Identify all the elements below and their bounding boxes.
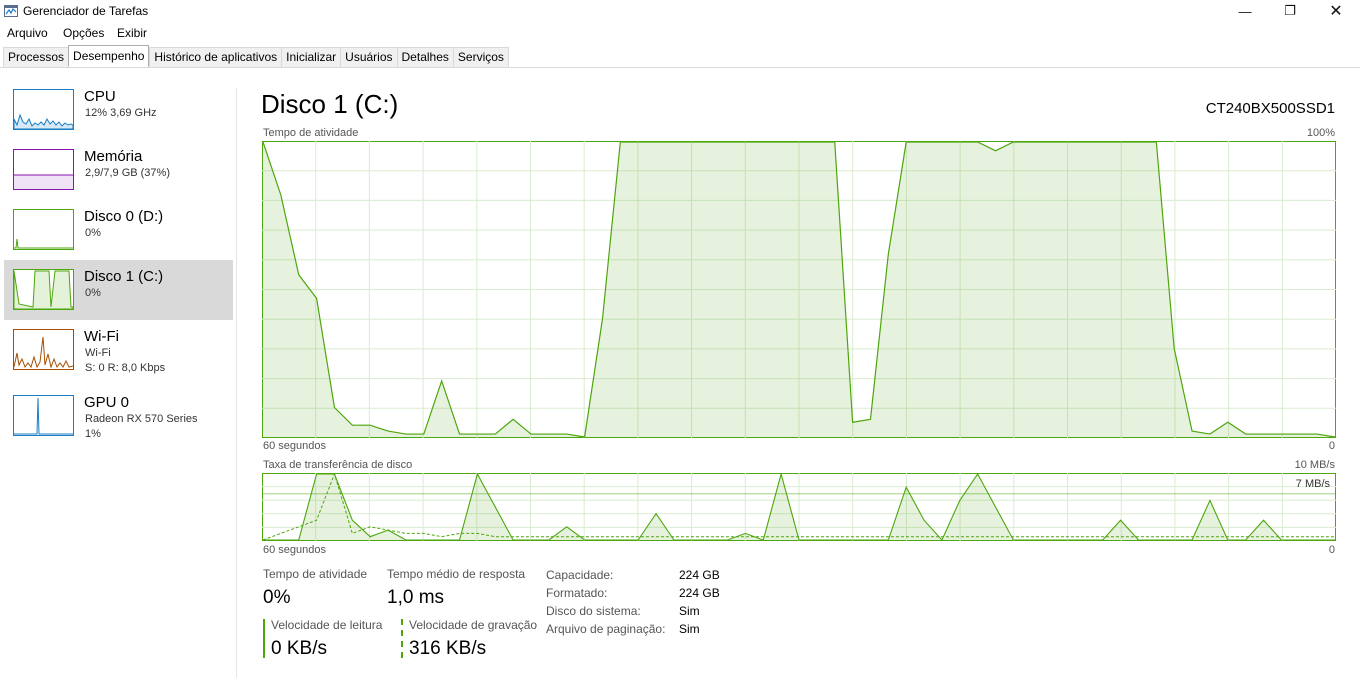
title-bar: Gerenciador de Tarefas — ❐ ✕ [0,0,1360,24]
active-time-graph [262,141,1336,438]
active-time-label: Tempo de atividade [263,567,368,581]
menu-exibir[interactable]: Exibir [117,26,147,40]
sidebar-divider [236,88,237,678]
sidebar-item-cpu[interactable]: CPU 12% 3,69 GHz [4,80,233,140]
maximize-icon: ❐ [1284,3,1296,18]
paging-file-value: Sim [679,622,700,636]
tab-desempenho[interactable]: Desempenho [68,45,150,67]
graph2-time-axis-label: 60 segundos [263,544,326,556]
tab-detalhes[interactable]: Detalhes [396,47,453,68]
tab-usuarios[interactable]: Usuários [340,47,397,68]
capacity-value: 224 GB [679,568,720,582]
task-manager-icon [4,5,18,17]
sidebar-item-disco-0[interactable]: Disco 0 (D:) 0% [4,200,233,260]
response-time-label: Tempo médio de resposta [387,567,526,581]
paging-file-label: Arquivo de paginação: [546,622,666,636]
disk1-thumbnail-graph [13,269,74,310]
menu-arquivo[interactable]: Arquivo [7,26,48,40]
write-speed-value: 316 KB/s [409,638,487,659]
tab-servicos[interactable]: Serviços [452,47,509,68]
tab-divider [0,67,1360,68]
write-speed-label: Velocidade de gravação [409,618,538,632]
minimize-icon: — [1238,3,1252,19]
sidebar-item-label: Disco 1 (C:) [84,268,164,285]
graph2-max: 10 MB/s [1294,459,1335,471]
sidebar-item-detail: 0% [85,227,101,239]
tab-bar: Processos Desempenho Histórico de aplica… [3,45,509,68]
formatted-label: Formatado: [546,586,608,600]
sidebar-item-gpu-0[interactable]: GPU 0 Radeon RX 570 Series 1% [4,386,233,446]
device-model: CT240BX500SSD1 [1205,100,1335,117]
response-time-value: 1,0 ms [387,587,445,608]
sidebar-item-label: Wi-Fi [84,328,119,345]
graph1-time-axis-label: 60 segundos [263,440,326,452]
graph1-label: Tempo de atividade [263,127,359,139]
sidebar-item-detail: 2,9/7,9 GB (37%) [85,167,170,179]
graph1-max: 100% [1306,127,1335,139]
window-title: Gerenciador de Tarefas [23,4,149,18]
menu-opcoes[interactable]: Opções [63,26,104,40]
page-title: Disco 1 (C:) [261,89,399,119]
sidebar-item-disco-1[interactable]: Disco 1 (C:) 0% [4,260,233,320]
sidebar-item-label: GPU 0 [84,394,130,411]
minimize-button[interactable]: — [1222,0,1268,22]
sidebar-item-detail-2: 1% [85,428,101,440]
sidebar-item-label: Memória [84,148,143,165]
tab-processos[interactable]: Processos [3,47,69,68]
sidebar-item-detail: Wi-Fi [85,347,111,359]
transfer-rate-graph [262,473,1336,541]
menu-bar: Arquivo Opções Exibir [0,24,1360,44]
read-speed-value: 0 KB/s [271,638,327,659]
graph2-label: Taxa de transferência de disco [263,459,413,471]
gpu-thumbnail-graph [13,395,74,436]
sidebar-item-label: Disco 0 (D:) [84,208,164,225]
active-time-value: 0% [263,587,291,608]
sidebar-item-label: CPU [84,88,116,105]
sidebar-item-detail: Radeon RX 570 Series [85,413,198,425]
read-speed-label: Velocidade de leitura [271,618,383,632]
cpu-thumbnail-graph [13,89,74,130]
formatted-value: 224 GB [679,586,720,600]
system-disk-value: Sim [679,604,700,618]
sidebar-item-wifi[interactable]: Wi-Fi Wi-Fi S: 0 R: 8,0 Kbps [4,320,233,380]
maximize-button[interactable]: ❐ [1267,0,1313,22]
sidebar-item-memoria[interactable]: Memória 2,9/7,9 GB (37%) [4,140,233,200]
graph2-zero-label: 0 [1328,544,1335,556]
close-button[interactable]: ✕ [1313,0,1359,22]
sidebar-item-detail-2: S: 0 R: 8,0 Kbps [85,362,166,374]
read-speed-legend-bar [263,619,265,658]
tab-historico[interactable]: Histórico de aplicativos [149,47,282,68]
tab-inicializar[interactable]: Inicializar [281,47,341,68]
system-disk-label: Disco do sistema: [546,604,641,618]
close-icon: ✕ [1329,3,1343,20]
graph1-zero-label: 0 [1328,440,1335,452]
sidebar-item-detail: 12% 3,69 GHz [85,107,157,119]
graph2-secondary-max: 7 MB/s [1295,478,1330,490]
memory-thumbnail-graph [13,149,74,190]
wifi-thumbnail-graph [13,329,74,370]
write-speed-legend-bar [401,619,403,658]
sidebar-item-detail: 0% [85,287,101,299]
capacity-label: Capacidade: [546,568,614,582]
disk0-thumbnail-graph [13,209,74,250]
